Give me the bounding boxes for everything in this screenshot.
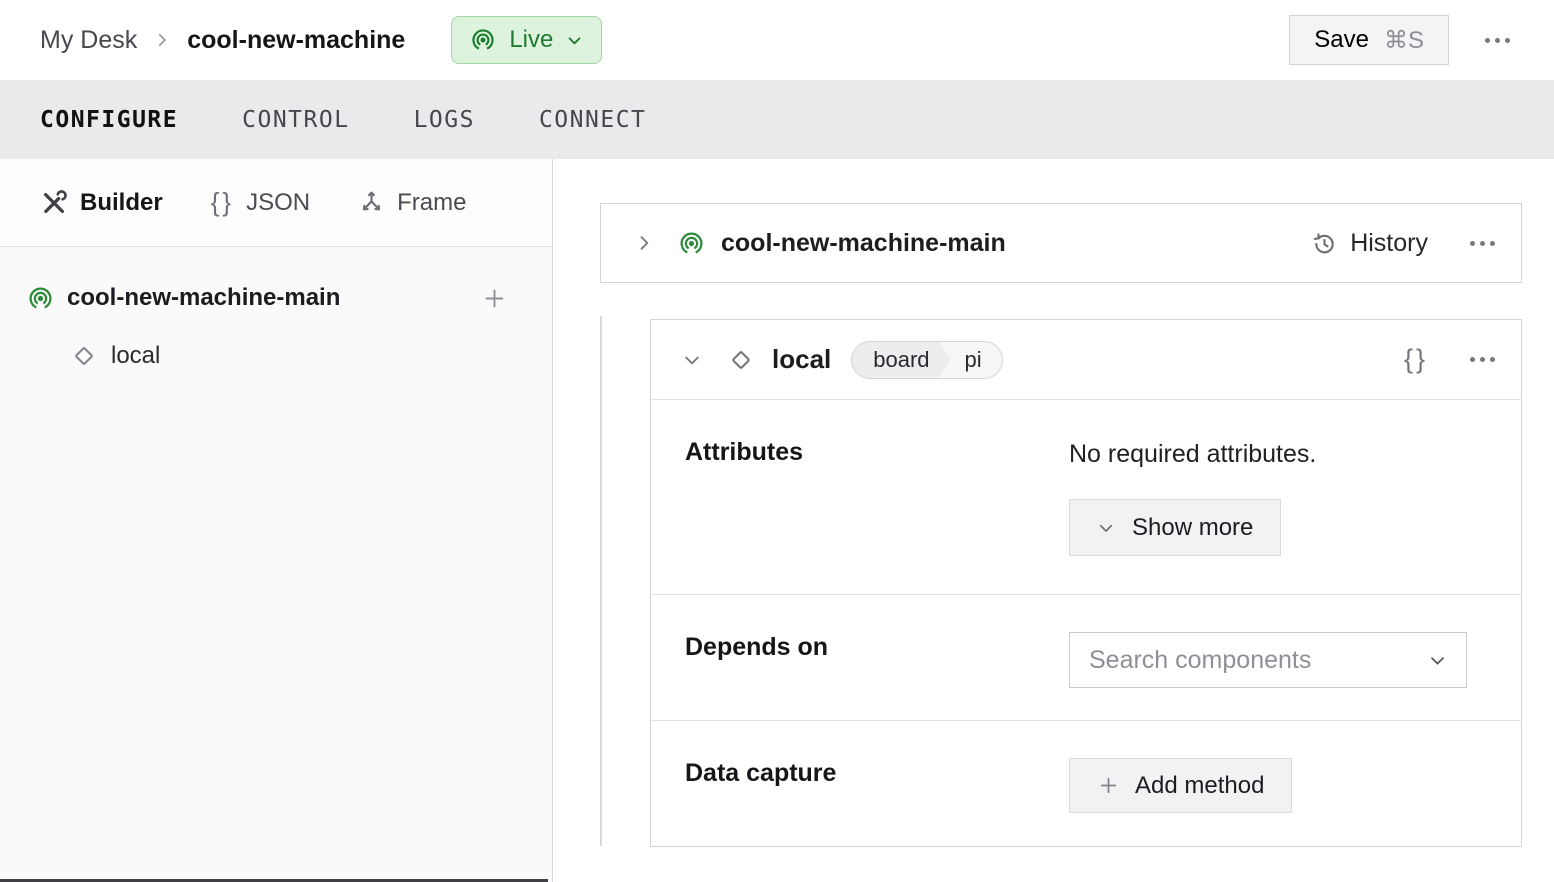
breadcrumb-parent[interactable]: My Desk [40, 26, 137, 55]
history-label: History [1350, 229, 1428, 258]
add-method-label: Add method [1135, 772, 1264, 800]
axes-icon [358, 189, 385, 216]
depends-on-section: Depends on Search components [651, 594, 1521, 720]
add-method-button[interactable]: Add method [1069, 758, 1292, 813]
depends-on-placeholder: Search components [1089, 646, 1311, 675]
attributes-section: Attributes No required attributes. Show … [651, 400, 1521, 594]
history-button[interactable]: History [1311, 229, 1428, 258]
component-type: board [852, 342, 951, 378]
braces-icon: {} [211, 187, 234, 218]
view-tab-builder-label: Builder [80, 189, 163, 217]
page-body: Builder {} JSON Frame [0, 159, 1554, 882]
save-button-label: Save [1314, 26, 1369, 54]
depends-on-select[interactable]: Search components [1069, 632, 1467, 688]
tree-item-local-label: local [111, 342, 160, 370]
history-icon [1311, 230, 1338, 257]
machine-status-dropdown[interactable]: Live [451, 16, 602, 64]
show-more-label: Show more [1132, 514, 1253, 542]
header-overflow-menu-icon[interactable] [1485, 38, 1510, 43]
data-capture-section: Data capture Add method [651, 720, 1521, 846]
expand-part-chevron-right-icon[interactable] [634, 233, 654, 253]
save-shortcut-hint: ⌘S [1384, 26, 1424, 55]
broadcast-icon [678, 230, 705, 257]
diamond-icon [727, 346, 755, 374]
diamond-icon [70, 342, 98, 370]
component-model: pi [952, 342, 1002, 378]
view-tab-json[interactable]: {} JSON [211, 187, 310, 218]
component-card-local: local board pi {} Attributes No required… [650, 319, 1522, 847]
tab-configure[interactable]: CONFIGURE [40, 107, 178, 133]
app-window: My Desk cool-new-machine Live Save ⌘S [0, 0, 1554, 882]
add-component-icon[interactable] [481, 285, 508, 312]
tab-control[interactable]: CONTROL [242, 107, 349, 133]
view-tab-json-label: JSON [246, 189, 310, 217]
show-more-button[interactable]: Show more [1069, 499, 1281, 556]
machine-nav-tabs: CONFIGURE CONTROL LOGS CONNECT [0, 81, 1554, 159]
part-card: cool-new-machine-main History [600, 203, 1522, 283]
part-card-menu-icon[interactable] [1470, 241, 1495, 246]
breadcrumb: My Desk cool-new-machine [40, 26, 405, 55]
component-type-model-badge: board pi [851, 341, 1002, 379]
component-name: local [772, 344, 831, 375]
tree-connector-line [600, 316, 602, 846]
view-tab-frame[interactable]: Frame [358, 189, 466, 217]
view-tab-frame-label: Frame [397, 189, 466, 217]
plus-icon [1097, 774, 1120, 797]
attributes-empty-text: No required attributes. [1069, 440, 1521, 469]
machine-status-label: Live [509, 26, 553, 54]
chevron-down-icon [1428, 651, 1447, 670]
collapse-chevron-down-icon[interactable] [682, 350, 702, 370]
component-menu-icon[interactable] [1470, 357, 1495, 362]
component-card-header: local board pi {} [651, 320, 1521, 400]
save-button[interactable]: Save ⌘S [1289, 15, 1449, 65]
edit-json-icon[interactable]: {} [1404, 344, 1428, 375]
chevron-down-icon [1097, 519, 1115, 537]
chevron-down-icon [566, 32, 583, 49]
data-capture-label: Data capture [685, 721, 1069, 846]
tab-connect[interactable]: CONNECT [539, 107, 646, 133]
config-main: cool-new-machine-main History [553, 159, 1554, 882]
view-tab-builder[interactable]: Builder [40, 189, 163, 217]
breadcrumb-current: cool-new-machine [187, 26, 405, 55]
part-card-title: cool-new-machine-main [721, 229, 1006, 258]
tree-item-local[interactable]: local [0, 327, 552, 385]
tree-item-part[interactable]: cool-new-machine-main [0, 269, 552, 327]
config-view-tabs: Builder {} JSON Frame [0, 159, 552, 247]
top-header: My Desk cool-new-machine Live Save ⌘S [0, 0, 1554, 81]
config-sidebar: Builder {} JSON Frame [0, 159, 553, 882]
tree-item-part-label: cool-new-machine-main [67, 284, 340, 312]
broadcast-icon [27, 285, 54, 312]
component-tree: cool-new-machine-main local [0, 247, 552, 385]
chevron-right-icon [153, 31, 171, 49]
tools-icon [40, 189, 68, 217]
depends-on-label: Depends on [685, 595, 1069, 720]
tab-logs[interactable]: LOGS [414, 107, 475, 133]
attributes-label: Attributes [685, 400, 1069, 594]
broadcast-icon [470, 27, 496, 53]
